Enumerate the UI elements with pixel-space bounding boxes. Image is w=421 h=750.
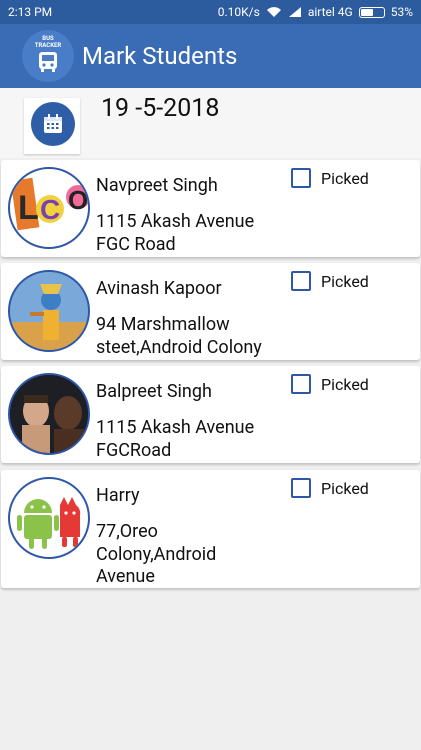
calendar-icon [44, 114, 62, 133]
picked-checkbox[interactable] [291, 374, 311, 394]
picked-label[interactable]: Picked [321, 375, 369, 394]
page-title: Mark Students [82, 42, 238, 70]
student-card: Balpreet Singh 1115 Akash Avenue FGCRoad… [1, 366, 420, 463]
status-bar: 2:13 PM 0.10K/s airtel 4G 53% [0, 0, 421, 24]
student-name: Harry [96, 485, 140, 506]
picked-checkbox[interactable] [291, 168, 311, 188]
picked-label[interactable]: Picked [321, 272, 369, 291]
battery-percent: 53% [390, 5, 413, 19]
date-header: 19 -5-2018 [0, 88, 421, 158]
battery-icon [358, 6, 385, 18]
calendar-button[interactable] [24, 98, 80, 154]
carrier-label: airtel 4G [307, 5, 353, 19]
signal-icon [288, 7, 301, 17]
student-address: 77,Oreo Colony,Android Avenue [96, 521, 217, 587]
student-name: Balpreet Singh [96, 381, 212, 402]
wifi-icon [266, 7, 281, 17]
student-name: Navpreet Singh [96, 175, 218, 196]
date-label: 19 -5-2018 [101, 94, 220, 123]
logo-text-line1: BUS [42, 35, 54, 42]
lco-logo-avatar: L C O [8, 167, 90, 249]
student-address: 94 Marshmallow steet,Android Colony [96, 314, 262, 358]
bus-tracker-logo: BUS TRACKER [22, 30, 74, 82]
svg-text:L: L [18, 189, 39, 227]
app-bar: BUS TRACKER Mark Students [0, 24, 421, 88]
student-card: Harry 77,Oreo Colony,Android Avenue Pick… [1, 470, 420, 588]
student-address: 1115 Akash Avenue FGCRoad [96, 417, 255, 461]
status-right: 0.10K/s airtel 4G 53% [218, 5, 413, 19]
svg-text:O: O [68, 185, 88, 215]
student-name: Avinash Kapoor [96, 278, 222, 299]
net-speed: 0.10K/s [217, 5, 260, 19]
student-address: 1115 Akash Avenue FGC Road [96, 211, 255, 255]
bus-icon [39, 52, 57, 72]
logo-text-line2: TRACKER [34, 42, 62, 49]
krishna-avatar [8, 270, 90, 352]
boxers-avatar [8, 373, 90, 455]
student-card: L C O Navpreet Singh 1115 Akash Avenue F… [1, 160, 420, 257]
picked-checkbox[interactable] [291, 271, 311, 291]
picked-label[interactable]: Picked [321, 169, 369, 188]
picked-label[interactable]: Picked [321, 479, 369, 498]
student-card: Avinash Kapoor 94 Marshmallow steet,Andr… [1, 263, 420, 360]
picked-checkbox[interactable] [291, 478, 311, 498]
status-time: 2:13 PM [8, 5, 53, 19]
android-avatar [8, 477, 90, 559]
svg-text:C: C [40, 194, 60, 225]
